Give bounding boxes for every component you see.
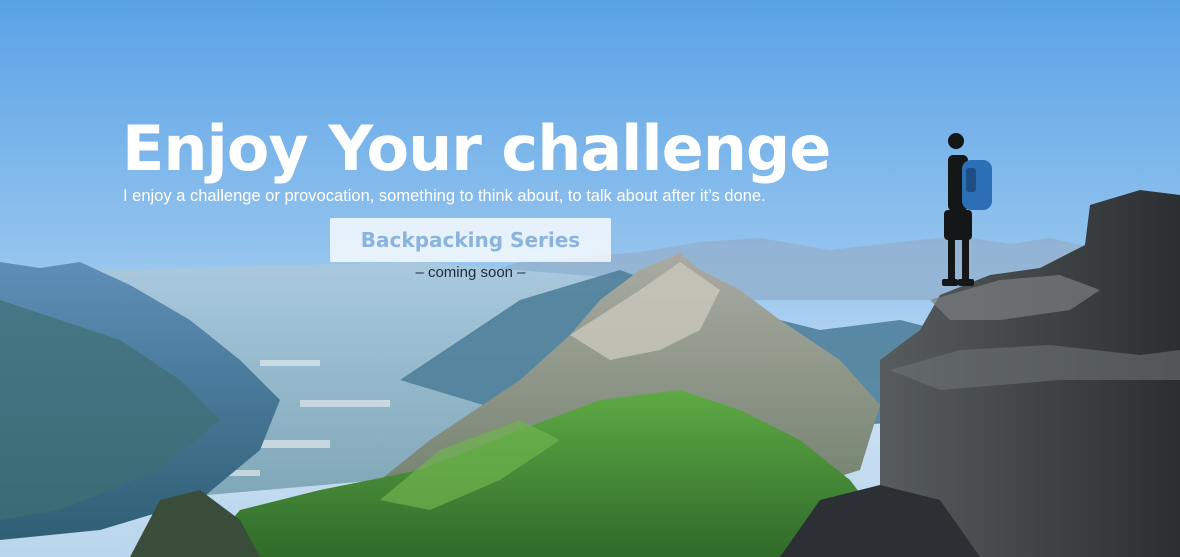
hero-tagline: I enjoy a challenge or provocation, some… <box>123 187 766 205</box>
backpacking-series-button[interactable]: Backpacking Series <box>330 218 611 262</box>
hero-banner: Enjoy Your challenge I enjoy a challenge… <box>0 0 1180 557</box>
hero-headline: Enjoy Your challenge <box>122 112 831 185</box>
coming-soon-note: – coming soon – <box>415 264 526 281</box>
